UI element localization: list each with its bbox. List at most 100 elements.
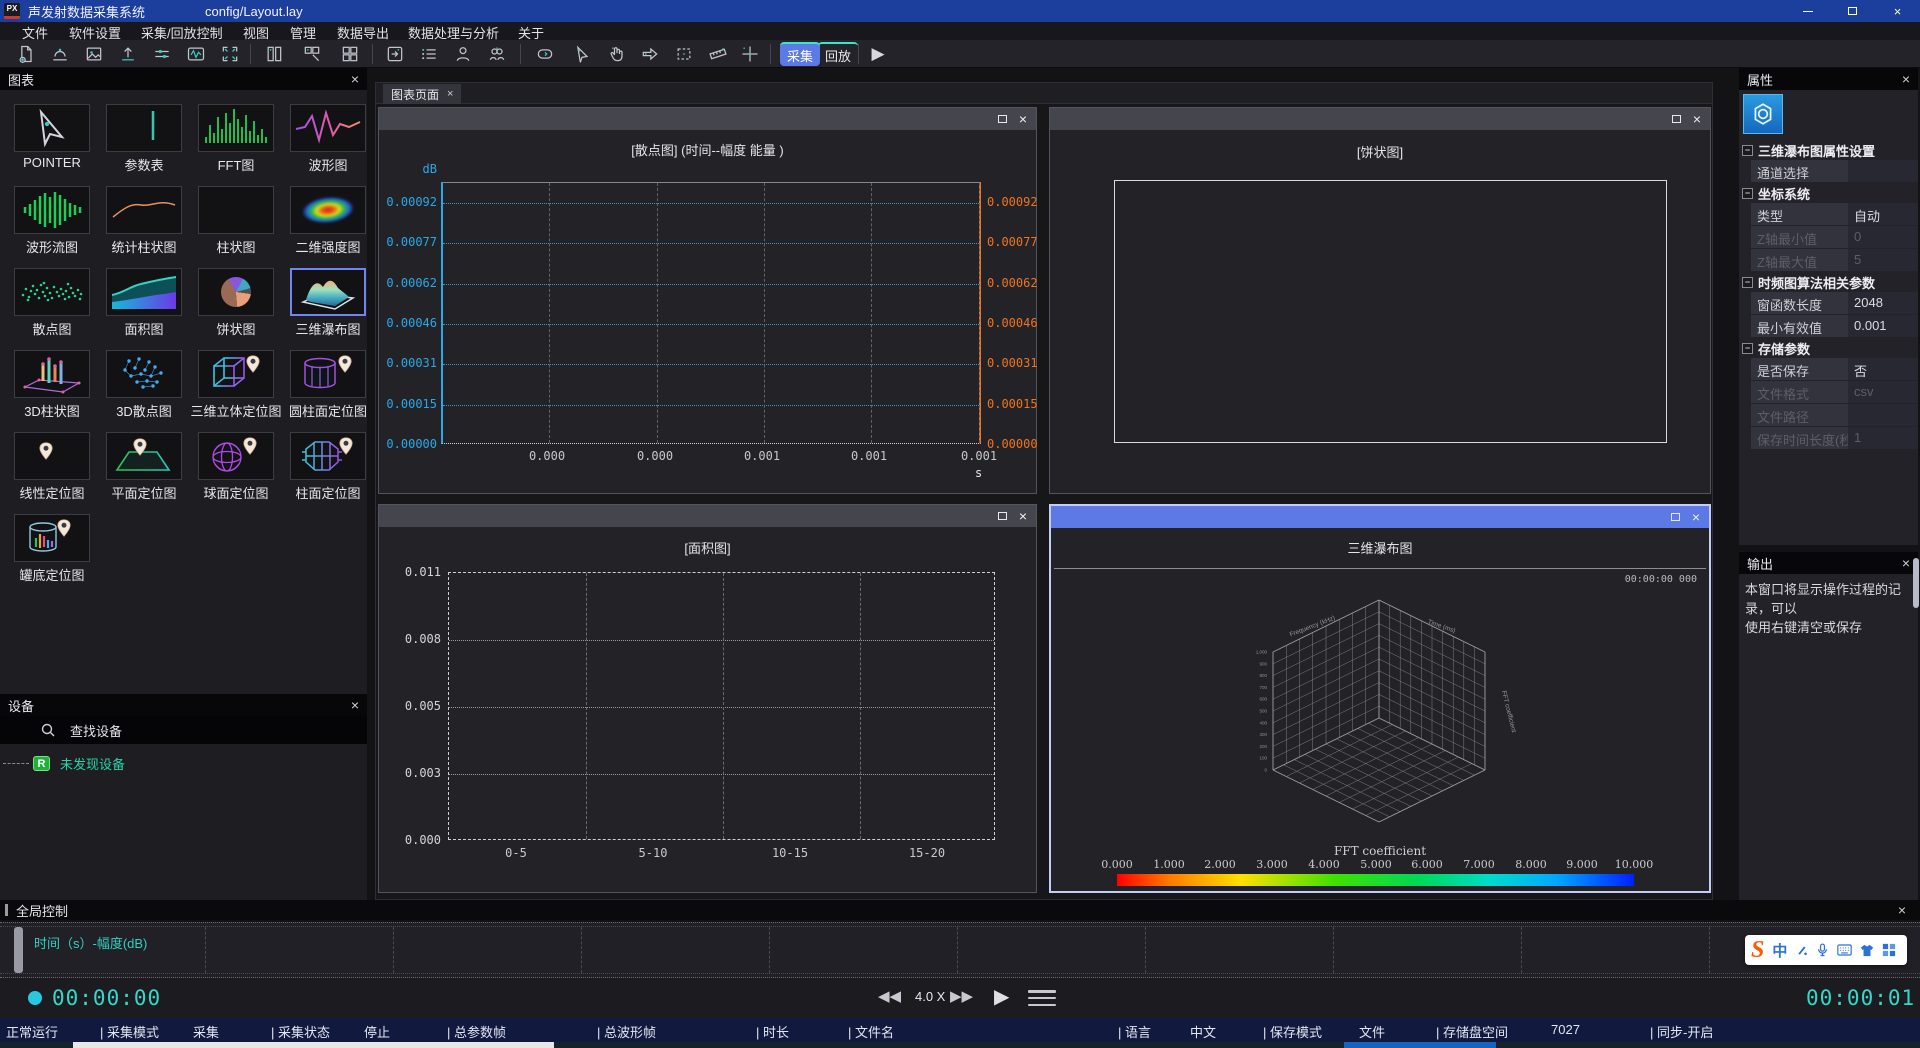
prop-section-storage[interactable]: −存储参数	[1739, 338, 1918, 358]
prop-row-channel-select[interactable]: 通道选择	[1751, 160, 1918, 182]
hand-tool-button[interactable]	[605, 43, 629, 65]
measure-button[interactable]	[706, 43, 730, 65]
layout-vertical-button[interactable]	[262, 43, 286, 65]
tab-chart-page[interactable]: 图表页面 ×	[383, 84, 461, 104]
user-button[interactable]	[451, 43, 475, 65]
next-step-button[interactable]	[638, 43, 662, 65]
link-loop-button[interactable]	[533, 43, 557, 65]
output-panel-close-icon[interactable]: ×	[1902, 556, 1910, 570]
prop-row-zmin[interactable]: Z轴最小值0	[1751, 226, 1918, 248]
maximize-button[interactable]	[1830, 0, 1875, 22]
restore-icon[interactable]	[1671, 513, 1680, 521]
chart-tile-fft[interactable]: FFT图	[190, 104, 282, 186]
chart-tile-cylinder-location[interactable]: 圆柱面定位图	[282, 350, 374, 432]
chart-tile-cube-location[interactable]: 三维立体定位图	[190, 350, 282, 432]
device-panel-close-icon[interactable]: ×	[351, 698, 359, 712]
export-button[interactable]	[116, 43, 140, 65]
crosshair-button[interactable]	[738, 43, 762, 65]
prop-section-coordinate[interactable]: −坐标系统	[1739, 183, 1918, 203]
timeline-strip[interactable]: 时间（s）-幅度(dB)	[0, 922, 1920, 978]
ime-language-toggle[interactable]: 中	[1772, 940, 1787, 961]
region-select-button[interactable]	[672, 43, 696, 65]
chart-tile-sphere-location[interactable]: 球面定位图	[190, 432, 282, 514]
new-file-button[interactable]	[14, 43, 38, 65]
pie-plot-area[interactable]	[1114, 180, 1667, 443]
prop-row-save-duration[interactable]: 保存时间长度(秒)1	[1751, 427, 1918, 449]
window-close-icon[interactable]: ×	[1019, 112, 1027, 126]
scrollbar-thumb[interactable]	[1913, 558, 1919, 608]
scatter-plot-area[interactable]	[441, 182, 981, 444]
rewind-button[interactable]: ◀◀	[878, 987, 901, 1005]
ime-toolbar[interactable]: S 中	[1745, 935, 1907, 965]
list-button[interactable]	[417, 43, 441, 65]
minimize-button[interactable]	[1785, 0, 1830, 22]
restore-icon[interactable]	[998, 512, 1007, 520]
timeline-cursor-handle[interactable]	[14, 927, 23, 973]
global-control-close-icon[interactable]: ×	[1898, 903, 1906, 917]
record-device-button[interactable]	[48, 43, 72, 65]
parameter-table-icon	[109, 107, 179, 149]
ime-toolbox-icon[interactable]	[1882, 943, 1896, 957]
chart-tile-bar-3d[interactable]: 3D柱状图	[6, 350, 98, 432]
chart-tile-cylindrical-surface-location[interactable]: 柱面定位图	[282, 432, 374, 514]
chart-tile-bar[interactable]: 柱状图	[190, 186, 282, 268]
acquire-button[interactable]: 采集	[780, 42, 820, 66]
layout-cascade-button[interactable]	[300, 43, 324, 65]
prop-row-window-length[interactable]: 窗函数长度2048	[1751, 292, 1918, 314]
chart-tile-plane-location[interactable]: 平面定位图	[98, 432, 190, 514]
fullscreen-button[interactable]	[218, 43, 242, 65]
prop-row-zmax[interactable]: Z轴最大值5	[1751, 249, 1918, 271]
close-button[interactable]: ×	[1875, 0, 1920, 22]
restore-icon[interactable]	[998, 115, 1007, 123]
playback-button[interactable]: 回放	[818, 42, 858, 66]
chart-tile-area[interactable]: 面积图	[98, 268, 190, 350]
charts-panel-close-icon[interactable]: ×	[351, 72, 359, 86]
prop-row-file-format[interactable]: 文件格式csv	[1751, 381, 1918, 403]
chart-tile-waveform-stream[interactable]: 波形流图	[6, 186, 98, 268]
waterfall-3d-axes[interactable]: Frequency (kHz) Time (ms) FFT coefficien…	[1219, 586, 1539, 844]
panel-toggle-button[interactable]	[383, 43, 407, 65]
chart-tile-intensity-2d[interactable]: 二维强度图	[282, 186, 374, 268]
window-close-icon[interactable]: ×	[1692, 510, 1700, 524]
prop-row-file-path[interactable]: 文件路径	[1751, 404, 1918, 426]
menu-list-button[interactable]	[1028, 990, 1056, 1006]
ime-punctuation-icon[interactable]	[1795, 944, 1808, 957]
waveform-settings-button[interactable]	[184, 43, 208, 65]
grip-handle[interactable]	[5, 904, 8, 916]
ime-mic-icon[interactable]	[1816, 943, 1829, 957]
tab-close-icon[interactable]: ×	[447, 89, 453, 100]
properties-gear-button[interactable]	[1743, 94, 1783, 134]
start-button[interactable]: ▶	[866, 43, 890, 65]
window-close-icon[interactable]: ×	[1693, 112, 1701, 126]
play-button[interactable]: ▶	[994, 984, 1009, 1009]
chart-tile-pointer[interactable]: POINTER	[6, 104, 98, 186]
prop-section-tf-algorithm[interactable]: −时频图算法相关参数	[1739, 272, 1918, 292]
chart-tile-waveform[interactable]: 波形图	[282, 104, 374, 186]
pointer-tool-button[interactable]	[570, 43, 594, 65]
properties-panel-close-icon[interactable]: ×	[1902, 72, 1910, 86]
prop-section-waterfall[interactable]: −三维瀑布图属性设置	[1739, 140, 1918, 160]
chart-tile-scatter[interactable]: 散点图	[6, 268, 98, 350]
chart-tile-waterfall-3d[interactable]: 三维瀑布图	[282, 268, 374, 350]
fast-forward-button[interactable]: ▶▶	[950, 987, 973, 1005]
restore-icon[interactable]	[1672, 115, 1681, 123]
prop-row-save[interactable]: 是否保存否	[1751, 358, 1918, 380]
settings-sliders-button[interactable]	[150, 43, 174, 65]
area-plot-area[interactable]	[448, 572, 995, 840]
chart-tile-pie[interactable]: 饼状图	[190, 268, 282, 350]
chart-tile-parameter-table[interactable]: 参数表	[98, 104, 190, 186]
prop-row-type[interactable]: 类型自动	[1751, 203, 1918, 225]
window-close-icon[interactable]: ×	[1019, 509, 1027, 523]
ime-skin-icon[interactable]	[1860, 944, 1874, 957]
device-search-row[interactable]: 查找设备	[0, 716, 367, 744]
chart-tile-tank-bottom-location[interactable]: 罐底定位图	[6, 514, 98, 596]
image-button[interactable]	[82, 43, 106, 65]
layout-grid-button[interactable]	[338, 43, 362, 65]
prop-row-min-valid[interactable]: 最小有效值0.001	[1751, 315, 1918, 337]
chart-tile-statistic-bars[interactable]: 统计柱状图	[98, 186, 190, 268]
ime-keyboard-icon[interactable]	[1837, 944, 1852, 956]
chart-tile-scatter-3d[interactable]: 3D散点图	[98, 350, 190, 432]
user-group-button[interactable]	[485, 43, 509, 65]
device-tree-item[interactable]: R 未发现设备	[0, 752, 367, 774]
chart-tile-linear-location[interactable]: 线性定位图	[6, 432, 98, 514]
